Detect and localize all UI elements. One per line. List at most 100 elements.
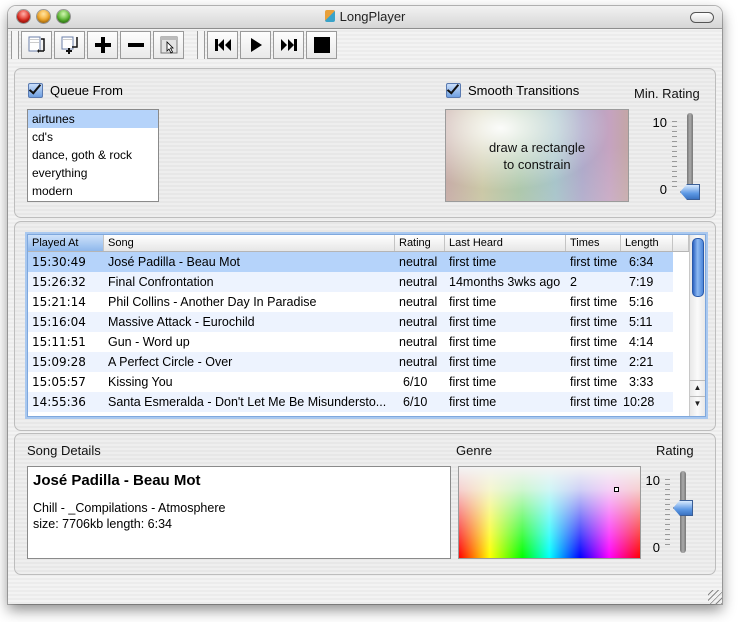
constrain-area[interactable]: draw a rectangle to constrain	[445, 109, 629, 202]
column-header-length[interactable]: Length	[621, 235, 673, 251]
playlist-item[interactable]: dance, goth & rock	[28, 146, 158, 164]
title-bar[interactable]: LongPlayer	[8, 6, 722, 29]
cell-rating: 6/10	[403, 395, 428, 409]
cell-song: Santa Esmeralda - Don't Let Me Be Misund…	[108, 395, 387, 409]
playlist-item[interactable]: everything	[28, 164, 158, 182]
playlist-item[interactable]: airtunes	[28, 110, 158, 128]
scrollbar-thumb[interactable]	[692, 238, 704, 297]
remove-button[interactable]	[120, 31, 151, 59]
smooth-transitions-label: Smooth Transitions	[468, 83, 580, 98]
skip-back-icon	[214, 39, 231, 51]
toolbar-grip-handle[interactable]	[11, 31, 19, 59]
cell-length: 5:11	[629, 315, 653, 329]
slider-min-label: 0	[652, 540, 660, 555]
table-scrollbar[interactable]: ▲ ▼	[689, 235, 705, 416]
table-row[interactable]: 15:21:14 Phil Collins - Another Day In Pa…	[28, 292, 673, 312]
table-row[interactable]: 15:11:51 Gun - Word up neutral first time fi…	[28, 332, 673, 352]
cell-length: 2:21	[629, 355, 654, 369]
queue-from-playlist-button[interactable]	[21, 31, 52, 59]
song-details-size: size: 7706kb length: 6:34	[33, 517, 172, 531]
select-button[interactable]	[153, 31, 184, 59]
queue-from-checkbox[interactable]: Queue From	[28, 83, 123, 98]
slider-track[interactable]	[687, 113, 693, 195]
song-details-label: Song Details	[27, 443, 101, 458]
cell-rating: neutral	[399, 355, 438, 369]
cell-times: first time	[570, 255, 618, 269]
column-header-last-heard[interactable]: Last Heard	[445, 235, 566, 251]
stop-button[interactable]	[306, 31, 337, 59]
next-button[interactable]	[273, 31, 304, 59]
cell-length: 10:28	[623, 395, 655, 409]
column-header-times[interactable]: Times	[566, 235, 621, 251]
table-body: 15:30:49 José Padilla - Beau Mot neutral fi…	[28, 252, 673, 412]
playlist-list[interactable]: airtunes cd's dance, goth & rock everyth…	[27, 109, 159, 202]
rating-label: Rating	[656, 443, 694, 458]
cell-played-at: 15:11:51	[32, 335, 86, 349]
cell-times: first time	[570, 395, 618, 409]
history-table[interactable]: Played At Song Rating Last Heard Times L…	[27, 234, 706, 417]
playlist-item[interactable]: cd's	[28, 128, 158, 146]
cell-last-heard: first time	[449, 375, 497, 389]
smooth-transitions-checkbox[interactable]: Smooth Transitions	[446, 83, 579, 98]
table-row[interactable]: 15:26:32 Final Confrontation neutral 14mont…	[28, 272, 673, 292]
resize-grip[interactable]	[708, 590, 722, 604]
slider-knob[interactable]	[673, 500, 693, 516]
plus-icon	[94, 37, 111, 53]
table-row[interactable]: 15:16:04 Massive Attack - Eurochild neutra…	[28, 312, 673, 332]
playlist-item[interactable]: modern	[28, 182, 158, 200]
column-header-played-at[interactable]: Played At	[28, 235, 104, 251]
cell-times: first time	[570, 295, 618, 309]
table-row[interactable]: 14:55:36 Santa Esmeralda - Don't Let Me B…	[28, 392, 673, 412]
genre-marker[interactable]	[614, 487, 619, 492]
add-to-playlist-button[interactable]	[54, 31, 85, 59]
slider-min-label: 0	[659, 182, 667, 197]
play-button[interactable]	[240, 31, 271, 59]
table-row[interactable]: 15:30:49 José Padilla - Beau Mot neutral fi…	[28, 252, 673, 272]
checkbox-checked-icon	[446, 83, 461, 98]
cell-times: first time	[570, 315, 618, 329]
cell-times: first time	[570, 355, 618, 369]
cell-played-at: 14:55:36	[32, 395, 86, 409]
window-title: LongPlayer	[8, 9, 722, 24]
song-details-panel: Song Details José Padilla - Beau Mot Chi…	[14, 433, 716, 575]
add-button[interactable]	[87, 31, 118, 59]
constrain-hint-line: to constrain	[503, 156, 571, 172]
slider-knob[interactable]	[680, 184, 700, 200]
cell-played-at: 15:09:28	[32, 355, 86, 369]
checkbox-checked-icon	[28, 83, 43, 98]
cell-last-heard: first time	[449, 355, 497, 369]
cell-rating: neutral	[399, 335, 438, 349]
cell-length: 6:34	[629, 255, 654, 269]
scroll-up-arrow[interactable]: ▲	[690, 380, 705, 395]
table-row[interactable]: 15:09:28 A Perfect Circle - Over neutral fi…	[28, 352, 673, 372]
genre-color-picker[interactable]	[458, 466, 641, 559]
min-rating-label: Min. Rating	[634, 86, 700, 101]
scroll-down-arrow[interactable]: ▼	[690, 396, 705, 411]
cursor-select-icon	[160, 36, 177, 54]
cell-song: Kissing You	[108, 375, 173, 389]
table-header: Played At Song Rating Last Heard Times L…	[28, 235, 689, 252]
slider-ticks	[672, 121, 677, 191]
column-header-rating[interactable]: Rating	[395, 235, 445, 251]
queue-from-label: Queue From	[50, 83, 123, 98]
constrain-hint-line: draw a rectangle	[488, 139, 586, 155]
cell-rating: 6/10	[403, 375, 428, 389]
column-header-song[interactable]: Song	[104, 235, 395, 251]
cell-rating: neutral	[399, 255, 438, 269]
rating-slider[interactable]: 10 0	[640, 471, 700, 561]
toolbar	[8, 29, 722, 63]
previous-button[interactable]	[207, 31, 238, 59]
toolbar-toggle-button[interactable]	[690, 12, 714, 23]
slider-max-label: 10	[652, 115, 667, 130]
cell-song: Gun - Word up	[108, 335, 190, 349]
min-rating-slider[interactable]: 10 0	[647, 113, 707, 203]
minus-icon	[127, 43, 144, 47]
table-row[interactable]: 15:05:57 Kissing You 6/10 first time first t…	[28, 372, 673, 392]
cell-rating: neutral	[399, 275, 438, 289]
cell-last-heard: first time	[449, 255, 497, 269]
column-header-spacer	[673, 235, 689, 251]
cell-song: Final Confrontation	[108, 275, 214, 289]
queue-settings-panel: Queue From airtunes cd's dance, goth & r…	[14, 68, 716, 218]
toolbar-grip-handle[interactable]	[197, 31, 205, 59]
cell-played-at: 15:26:32	[32, 275, 86, 289]
